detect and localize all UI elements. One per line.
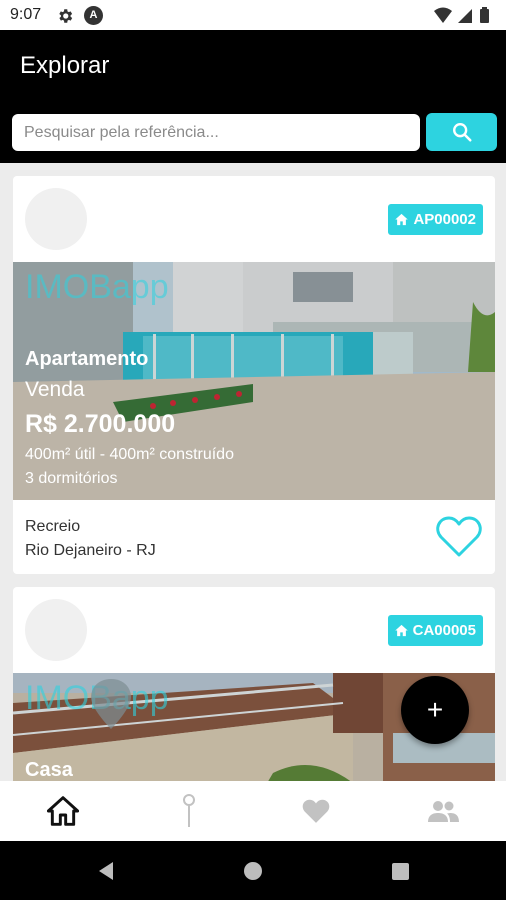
wifi-icon	[434, 7, 452, 23]
property-city: Rio Dejaneiro - RJ	[25, 542, 156, 559]
property-rooms: 3 dormitórios	[25, 470, 118, 487]
nav-item-home[interactable]	[0, 781, 126, 841]
nav-item-favorites[interactable]	[253, 781, 379, 841]
bottom-navigation	[0, 781, 506, 841]
property-photo-image: IMOBapp	[13, 262, 495, 500]
property-type: Apartamento	[25, 348, 149, 370]
status-indicators	[434, 7, 489, 23]
recents-square-icon[interactable]	[388, 859, 412, 883]
heart-icon	[302, 799, 330, 823]
reference-code: CA00005	[412, 622, 476, 639]
status-time: 9:07	[10, 6, 42, 23]
people-icon	[428, 801, 459, 822]
search-input[interactable]	[12, 114, 420, 151]
system-navigation-bar	[0, 841, 506, 900]
back-icon[interactable]	[94, 859, 118, 883]
property-type: Casa	[25, 759, 73, 781]
settings-gear-icon	[59, 9, 73, 23]
add-listing-button[interactable]: +	[401, 676, 469, 744]
app-bar: Explorar	[0, 30, 506, 163]
reference-badge: AP00002	[388, 204, 483, 235]
property-price: R$ 2.700.000	[25, 410, 176, 438]
favorite-heart-icon[interactable]	[435, 514, 483, 558]
property-photo[interactable]: IMOBapp Apartamento Venda R$ 2.700.000 4…	[13, 262, 495, 500]
listing-card[interactable]: AP00002 IMOBapp Apartamento Venda R$ 2.7…	[13, 176, 495, 574]
agency-avatar	[25, 599, 87, 661]
map-pin-icon	[183, 794, 195, 827]
property-neighborhood: Recreio	[25, 518, 81, 535]
signal-icon	[458, 9, 472, 23]
agency-avatar	[25, 188, 87, 250]
home-icon	[47, 796, 79, 826]
property-area: 400m² útil - 400m² construído	[25, 446, 234, 463]
svg-text:IMOBapp: IMOBapp	[25, 268, 169, 306]
home-circle-icon[interactable]	[241, 859, 265, 883]
deal-type: Venda	[25, 378, 85, 401]
nav-item-people[interactable]	[380, 781, 506, 841]
nav-item-map[interactable]	[126, 781, 252, 841]
status-bar: 9:07 A	[0, 0, 506, 30]
page-title: Explorar	[20, 52, 110, 79]
home-icon	[395, 213, 409, 226]
search-icon	[452, 123, 472, 142]
battery-icon	[480, 7, 489, 23]
search-button[interactable]	[426, 113, 497, 151]
reference-code: AP00002	[413, 211, 476, 228]
add-icon: +	[426, 694, 444, 725]
accessibility-a-icon: A	[84, 6, 103, 25]
imobapp-watermark: IMOBapp	[25, 268, 169, 306]
home-icon	[394, 624, 408, 637]
reference-badge: CA00005	[387, 615, 483, 646]
